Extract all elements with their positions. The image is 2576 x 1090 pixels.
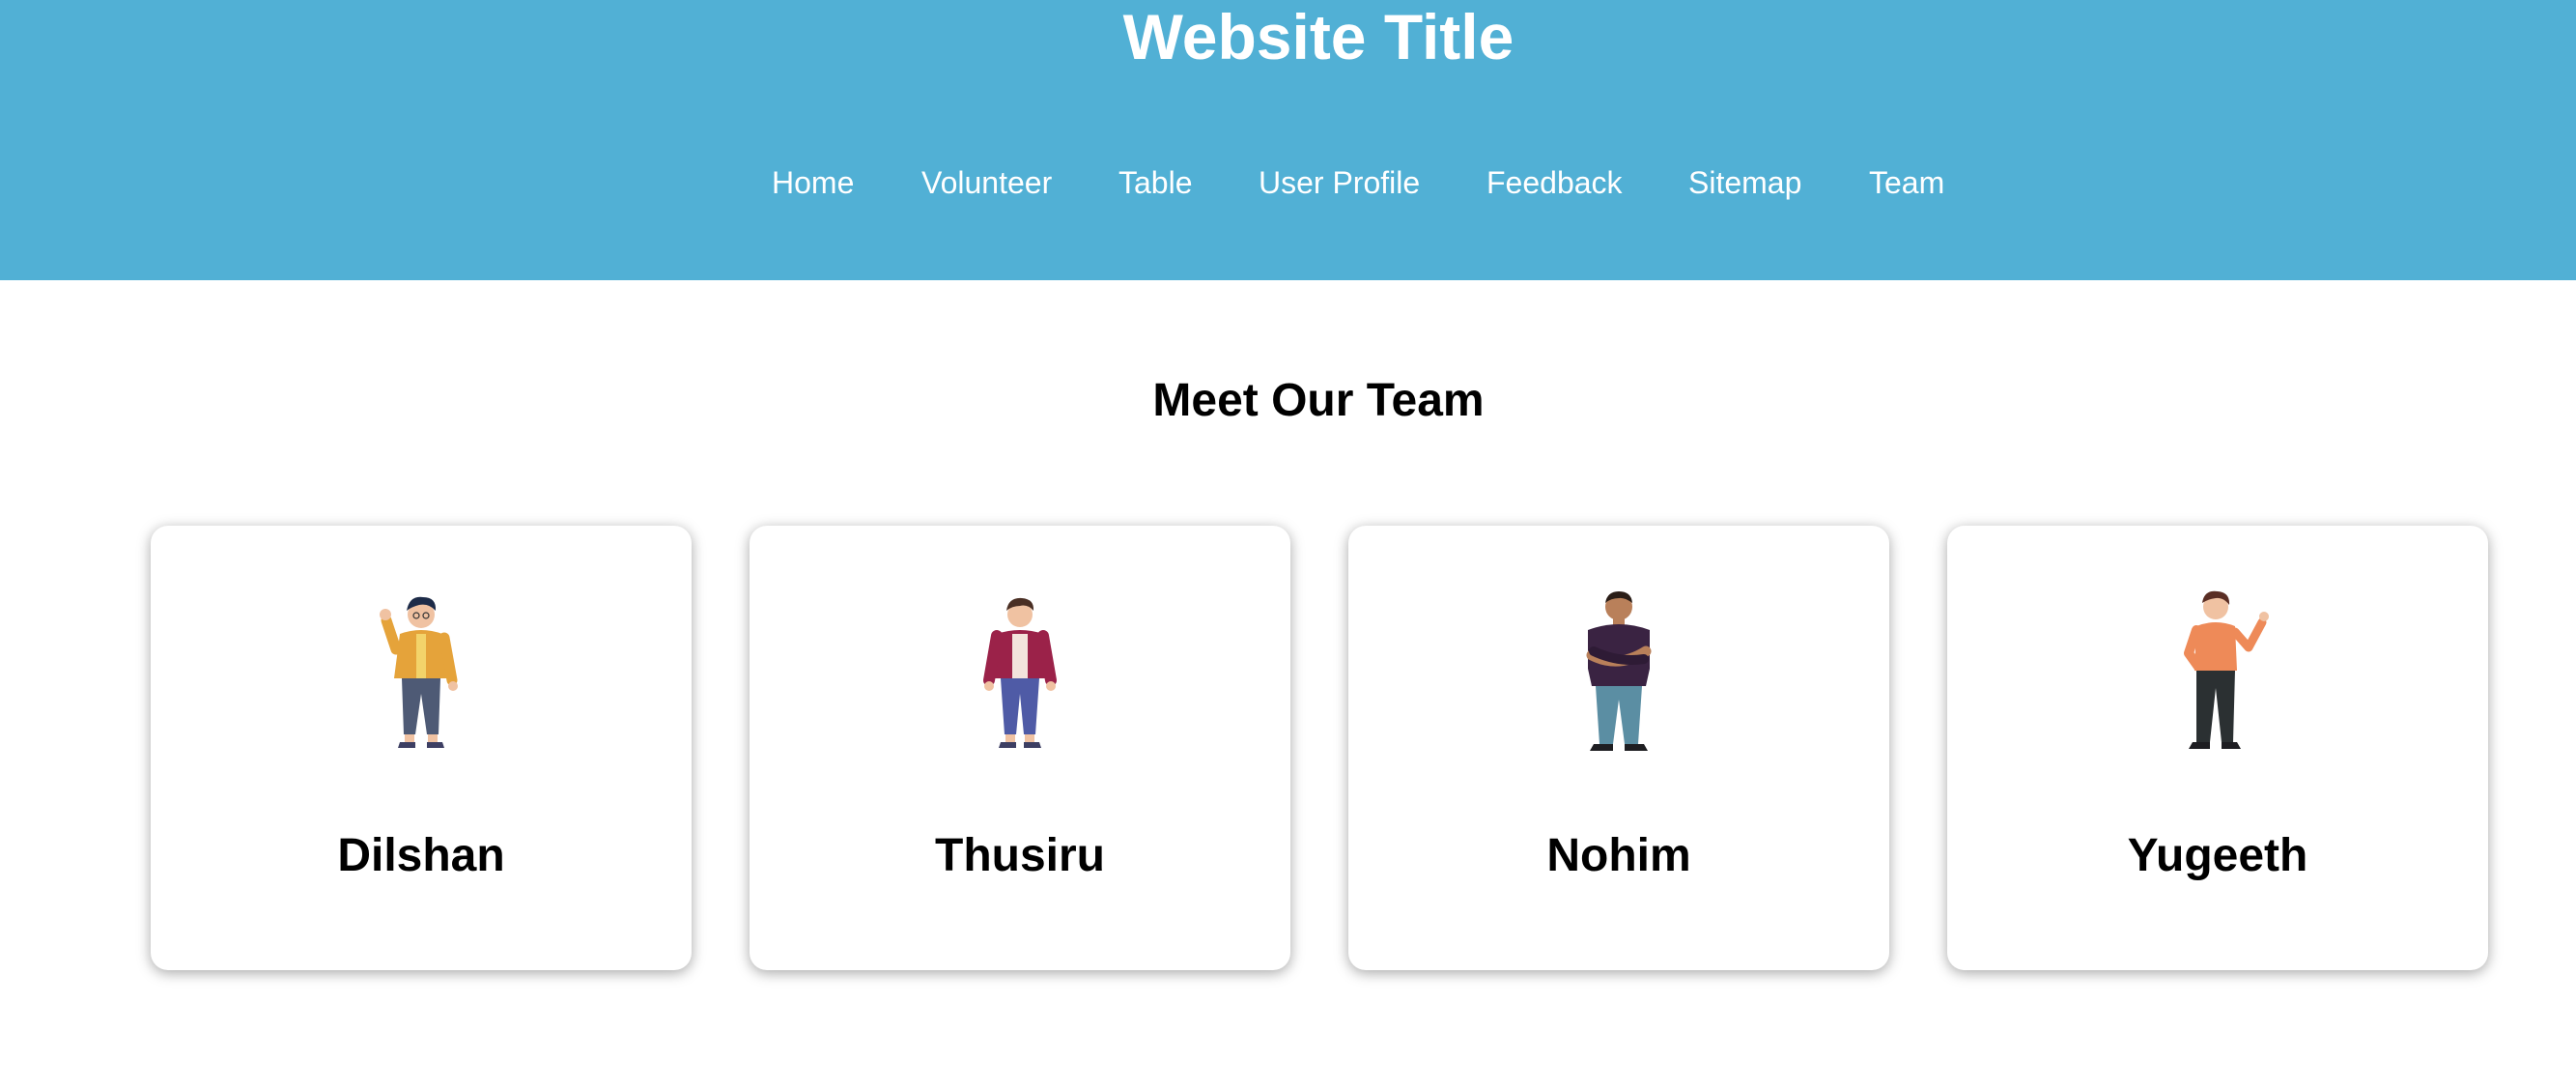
nav-link-sitemap[interactable]: Sitemap — [1688, 158, 1801, 207]
person-standing-red-jacket-icon — [983, 597, 1057, 748]
nav-link-user-profile[interactable]: User Profile — [1259, 158, 1420, 207]
team-card-thusiru: Thusiru — [750, 526, 1290, 970]
person-waving-orange-shirt-icon — [2184, 590, 2269, 749]
main-nav: Home Volunteer Table User Profile Feedba… — [0, 158, 2576, 207]
site-title: Website Title — [1122, 1, 1514, 72]
nav-link-home[interactable]: Home — [772, 158, 854, 207]
team-card-yugeeth: Yugeeth — [1947, 526, 2488, 970]
person-arms-crossed-purple-shirt-icon — [1586, 591, 1652, 751]
nav-link-volunteer[interactable]: Volunteer — [921, 158, 1052, 207]
team-card-dilshan: Dilshan — [151, 526, 692, 970]
person-waving-yellow-jacket-icon — [380, 596, 458, 748]
nav-link-feedback[interactable]: Feedback — [1486, 158, 1623, 207]
member-name: Nohim — [1546, 830, 1691, 881]
team-heading: Meet Our Team — [1152, 375, 1485, 426]
member-name: Dilshan — [337, 830, 505, 881]
nav-link-team[interactable]: Team — [1869, 158, 1944, 207]
site-header: Website Title Home Volunteer Table User … — [0, 0, 2576, 280]
team-card-nohim: Nohim — [1348, 526, 1889, 970]
nav-link-table[interactable]: Table — [1118, 158, 1193, 207]
member-name: Thusiru — [935, 830, 1105, 881]
member-name: Yugeeth — [2127, 830, 2308, 881]
